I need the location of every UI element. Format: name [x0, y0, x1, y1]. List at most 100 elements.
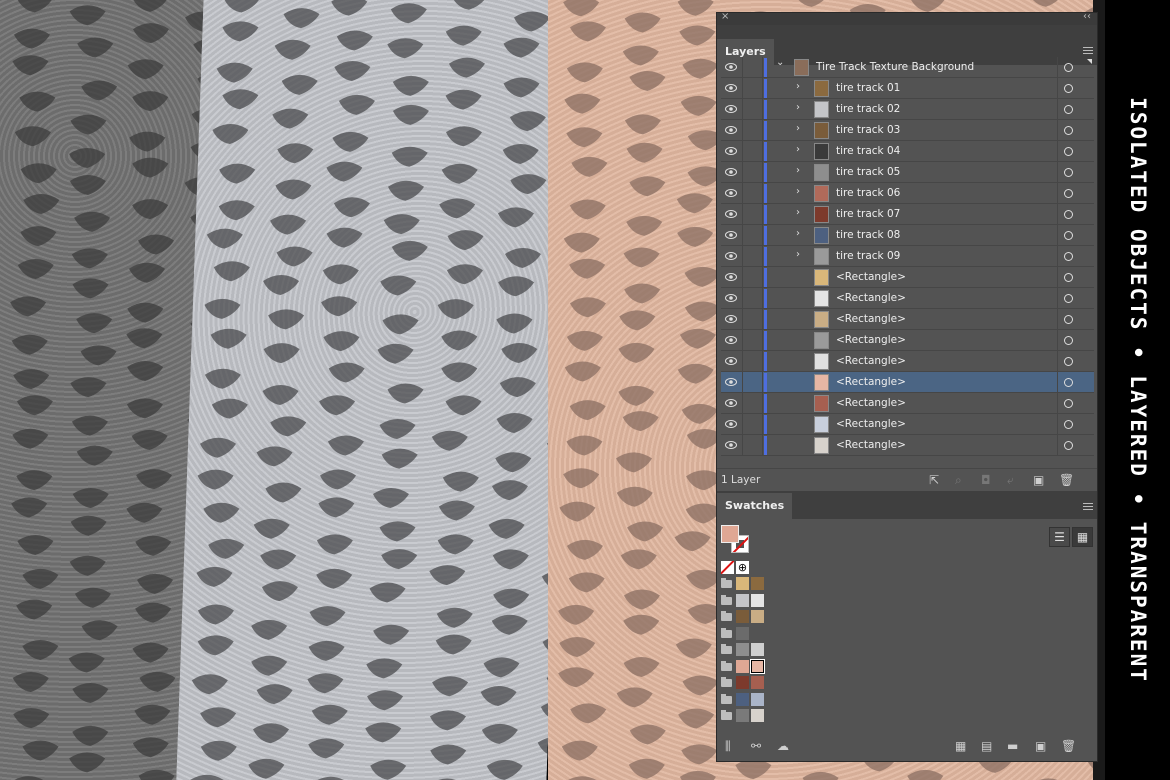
target-circle-icon[interactable] — [1064, 357, 1073, 366]
visibility-eye-icon[interactable] — [725, 357, 737, 365]
color-group-folder-icon[interactable] — [721, 611, 732, 621]
locate-object-icon[interactable]: ⌕ — [955, 473, 962, 488]
visibility-eye-icon[interactable] — [725, 420, 737, 428]
layer-row[interactable]: <Rectangle> — [721, 435, 1094, 456]
lock-column[interactable] — [762, 288, 763, 309]
lock-column[interactable] — [762, 204, 763, 225]
new-sublayer-icon[interactable]: ⤶ — [1007, 473, 1014, 488]
collapse-icon[interactable]: ‹‹ — [1083, 11, 1091, 22]
visibility-eye-icon[interactable] — [725, 231, 737, 239]
color-group-folder-icon[interactable] — [721, 627, 732, 638]
chevron-right-icon[interactable]: › — [796, 186, 800, 197]
layer-row[interactable]: <Rectangle> — [721, 267, 1094, 288]
lock-column[interactable] — [762, 183, 763, 204]
target-circle-icon[interactable] — [1064, 294, 1073, 303]
visibility-eye-icon[interactable] — [725, 63, 737, 71]
color-group-folder-icon[interactable] — [721, 578, 732, 588]
lock-column[interactable] — [762, 225, 763, 246]
lock-column[interactable] — [762, 414, 763, 435]
chevron-down-icon[interactable]: ⌄ — [776, 57, 784, 68]
layer-row[interactable]: <Rectangle> — [721, 393, 1094, 414]
visibility-eye-icon[interactable] — [725, 147, 737, 155]
layer-row[interactable]: › tire track 01 — [721, 78, 1094, 99]
cc-libraries-icon[interactable]: ⚯ — [751, 739, 761, 753]
color-group-folder-icon[interactable] — [721, 693, 732, 704]
cloud-icon[interactable]: ☁ — [777, 739, 789, 753]
target-circle-icon[interactable] — [1064, 126, 1073, 135]
delete-icon[interactable]: 🗑 — [1059, 473, 1074, 487]
close-icon[interactable]: × — [721, 11, 729, 22]
lock-column[interactable] — [762, 393, 763, 414]
lock-column[interactable] — [762, 141, 763, 162]
layer-row[interactable]: <Rectangle> — [721, 309, 1094, 330]
target-circle-icon[interactable] — [1064, 189, 1073, 198]
color-swatch[interactable] — [736, 577, 749, 590]
layers-menu-icon[interactable] — [1083, 47, 1093, 56]
layer-row[interactable]: › tire track 09 — [721, 246, 1094, 267]
lock-column[interactable] — [762, 78, 763, 99]
swatch-options-icon[interactable]: ▤ — [981, 739, 992, 753]
swatch-libraries-icon[interactable]: ⫼ — [725, 739, 731, 754]
color-swatch[interactable] — [751, 676, 764, 689]
layer-row[interactable]: › tire track 05 — [721, 162, 1094, 183]
color-swatch[interactable] — [751, 577, 764, 590]
chevron-right-icon[interactable]: › — [796, 102, 800, 113]
show-swatch-kinds-icon[interactable]: ▦ — [955, 739, 966, 753]
layer-row[interactable]: <Rectangle> — [721, 414, 1094, 435]
color-group-folder-icon[interactable] — [721, 644, 732, 654]
target-circle-icon[interactable] — [1064, 168, 1073, 177]
color-swatch[interactable] — [736, 610, 749, 623]
lock-column[interactable] — [762, 309, 763, 330]
target-circle-icon[interactable] — [1064, 231, 1073, 240]
color-swatch[interactable] — [736, 626, 749, 640]
fill-swatch[interactable] — [721, 525, 739, 543]
chevron-right-icon[interactable]: › — [796, 228, 800, 239]
visibility-eye-icon[interactable] — [725, 189, 737, 197]
layer-row[interactable]: <Rectangle> — [721, 330, 1094, 351]
color-swatch[interactable] — [736, 643, 749, 656]
chevron-right-icon[interactable]: › — [796, 207, 800, 218]
layer-row[interactable]: <Rectangle> — [721, 288, 1094, 309]
color-swatch[interactable] — [736, 659, 749, 673]
new-color-group-icon[interactable]: ▬ — [1007, 739, 1018, 753]
chevron-right-icon[interactable]: › — [796, 249, 800, 260]
make-clipping-mask-icon[interactable]: ◘ — [981, 473, 991, 487]
export-icon[interactable]: ⇱ — [929, 473, 939, 487]
visibility-eye-icon[interactable] — [725, 378, 737, 386]
layer-row[interactable]: › tire track 06 — [721, 183, 1094, 204]
visibility-eye-icon[interactable] — [725, 441, 737, 449]
delete-swatch-icon[interactable]: 🗑 — [1061, 739, 1076, 753]
target-circle-icon[interactable] — [1064, 441, 1073, 450]
target-circle-icon[interactable] — [1064, 63, 1073, 72]
chevron-right-icon[interactable]: › — [796, 81, 800, 92]
layer-row[interactable]: ⌄ Tire Track Texture Background — [721, 57, 1094, 78]
target-circle-icon[interactable] — [1064, 84, 1073, 93]
chevron-right-icon[interactable]: › — [796, 144, 800, 155]
fill-stroke-indicator[interactable] — [721, 525, 753, 557]
layer-row[interactable]: <Rectangle> — [721, 351, 1094, 372]
target-circle-icon[interactable] — [1064, 147, 1073, 156]
visibility-eye-icon[interactable] — [725, 84, 737, 92]
layer-row[interactable]: › tire track 03 — [721, 120, 1094, 141]
color-swatch[interactable] — [751, 593, 764, 607]
target-circle-icon[interactable] — [1064, 336, 1073, 345]
color-swatch[interactable] — [751, 692, 764, 706]
target-circle-icon[interactable] — [1064, 273, 1073, 282]
tab-swatches[interactable]: Swatches — [717, 493, 793, 519]
visibility-eye-icon[interactable] — [725, 336, 737, 344]
color-swatch[interactable] — [736, 593, 749, 607]
visibility-eye-icon[interactable] — [725, 210, 737, 218]
visibility-eye-icon[interactable] — [725, 105, 737, 113]
layer-row[interactable]: › tire track 08 — [721, 225, 1094, 246]
visibility-eye-icon[interactable] — [725, 294, 737, 302]
chevron-right-icon[interactable]: › — [796, 165, 800, 176]
visibility-eye-icon[interactable] — [725, 126, 737, 134]
visibility-eye-icon[interactable] — [725, 168, 737, 176]
layer-row[interactable]: › tire track 07 — [721, 204, 1094, 225]
swatches-menu-icon[interactable] — [1083, 503, 1093, 512]
registration-swatch-icon[interactable]: ⊕ — [736, 561, 749, 574]
target-circle-icon[interactable] — [1064, 378, 1073, 387]
color-group-folder-icon[interactable] — [721, 677, 732, 687]
list-view-icon[interactable]: ☰ — [1049, 527, 1070, 547]
color-group-folder-icon[interactable] — [721, 710, 732, 720]
